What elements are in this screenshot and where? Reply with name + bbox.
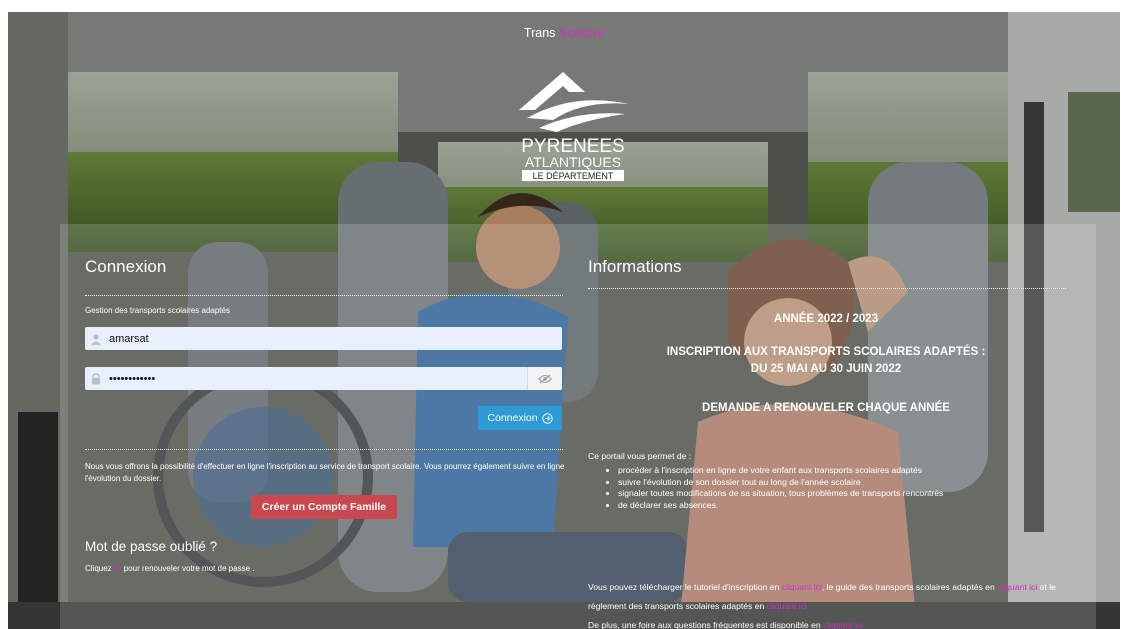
password-field[interactable] — [85, 367, 562, 390]
forgot-password-title: Mot de passe oublié ? — [85, 539, 218, 554]
login-title-divider — [85, 295, 563, 296]
logo-line2: ATLANTIQUES — [525, 154, 621, 170]
portal-intro: Ce portail vous permet de : — [588, 451, 692, 461]
pyrenees-atlantiques-logo: PYRENEES ATLANTIQUES LE DÉPARTEMENT — [519, 72, 629, 181]
user-icon — [85, 327, 107, 350]
forgot-password-suffix: pour renouveler votre mot de passe . — [123, 564, 255, 573]
list-item: de déclarer ses absences. — [618, 500, 943, 512]
list-item: procéder à l'inscription en ligne de vot… — [618, 465, 943, 477]
tutorial-link[interactable]: cliquant ici — [782, 582, 822, 592]
login-title: Connexion — [85, 257, 167, 276]
rules-link[interactable]: cliquant ici — [767, 601, 807, 611]
inscription-period-dates: DU 25 MAI AU 30 JUIN 2022 — [750, 363, 902, 375]
connexion-button[interactable]: Connexion — [478, 406, 562, 430]
username-field[interactable] — [85, 327, 562, 350]
forgot-password-text: Cliquez ici pour renouveler votre mot de… — [85, 563, 254, 575]
list-item: signaler toutes modifications de sa situ… — [618, 488, 943, 500]
download-documents-text: Vous pouvez télécharger le tutoriel d'in… — [588, 578, 1068, 629]
download-text-part2: , le guide des transports scolaires adap… — [821, 582, 995, 592]
app-brand: Trans Scolaire — [8, 26, 1120, 40]
forgot-password-prefix: Cliquez — [85, 564, 112, 573]
guide-link[interactable]: cliquant ici — [997, 582, 1037, 592]
info-title: Informations — [588, 257, 682, 276]
arrow-circle-right-icon — [541, 412, 553, 424]
toggle-password-visibility-icon[interactable] — [527, 367, 562, 390]
renewal-notice: DEMANDE A RENOUVELER CHAQUE ANNÉE — [702, 402, 950, 414]
brand-scolaire: Scolaire — [558, 26, 605, 40]
brand-trans: Trans — [523, 26, 556, 40]
list-item: suivre l'évolution de son dossier tout a… — [618, 477, 943, 489]
lock-icon — [85, 367, 107, 390]
password-input[interactable] — [107, 368, 527, 389]
portal-features-list: procéder à l'inscription en ligne de vot… — [604, 465, 943, 511]
login-section-divider — [85, 449, 563, 450]
forgot-password-link[interactable]: ici — [114, 564, 122, 573]
school-year: ANNÉE 2022 / 2023 — [773, 313, 879, 325]
faq-link[interactable]: cliquant ici — [823, 620, 863, 629]
download-text-part1: Vous pouvez télécharger le tutoriel d'in… — [588, 582, 780, 592]
login-subtitle: Gestion des transports scolaires adaptés — [85, 306, 230, 315]
create-family-account-button[interactable]: Créer un Compte Famille — [251, 495, 397, 519]
info-title-divider — [588, 288, 1066, 289]
username-input[interactable] — [107, 328, 562, 349]
inscription-period-title: INSCRIPTION AUX TRANSPORTS SCOLAIRES ADA… — [666, 346, 986, 358]
online-registration-text: Nous vous offrons la possibilité d'effec… — [85, 462, 565, 483]
login-page: Trans Scolaire PYRENEES ATLANTIQUES LE D… — [8, 12, 1120, 629]
logo-line3: LE DÉPARTEMENT — [533, 171, 614, 181]
connexion-button-label: Connexion — [487, 412, 538, 424]
faq-text: De plus, une foire aux questions fréquen… — [588, 620, 821, 629]
